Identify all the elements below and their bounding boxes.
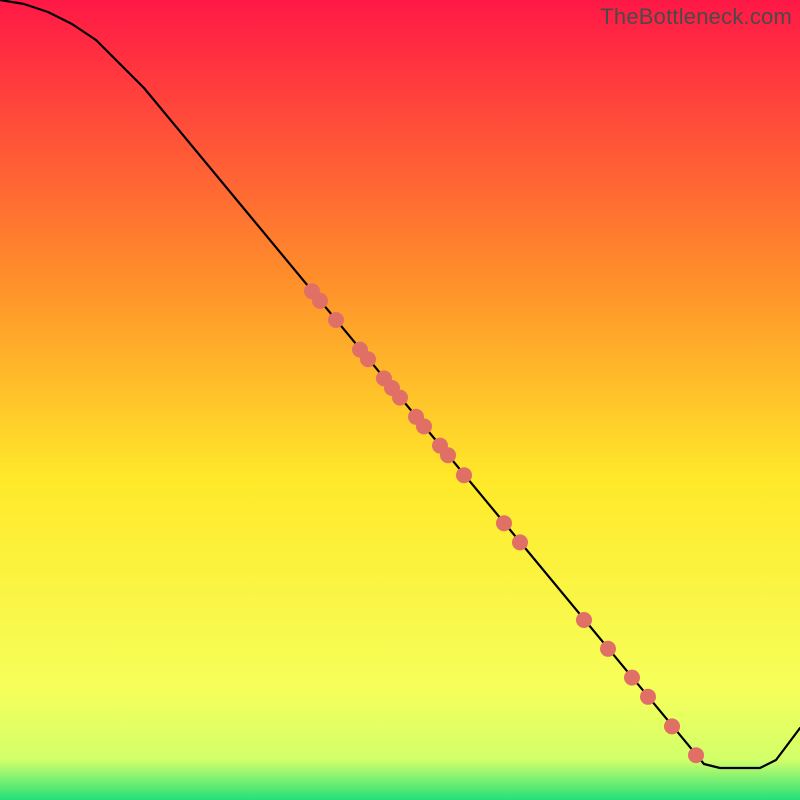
curve-marker [688,747,704,763]
curve-marker [416,418,432,434]
chart-container: TheBottleneck.com [0,0,800,800]
chart-overlay [0,0,800,800]
curve-marker [392,390,408,406]
curve-marker [640,689,656,705]
curve-marker [512,534,528,550]
watermark-text: TheBottleneck.com [600,4,792,30]
curve-marker [624,670,640,686]
curve-markers [304,283,704,763]
curve-marker [312,293,328,309]
curve-marker [328,312,344,328]
curve-marker [600,641,616,657]
curve-marker [360,351,376,367]
curve-marker [496,515,512,531]
curve-marker [664,718,680,734]
curve-marker [576,612,592,628]
bottleneck-curve [0,0,800,768]
curve-marker [440,447,456,463]
curve-marker [456,467,472,483]
